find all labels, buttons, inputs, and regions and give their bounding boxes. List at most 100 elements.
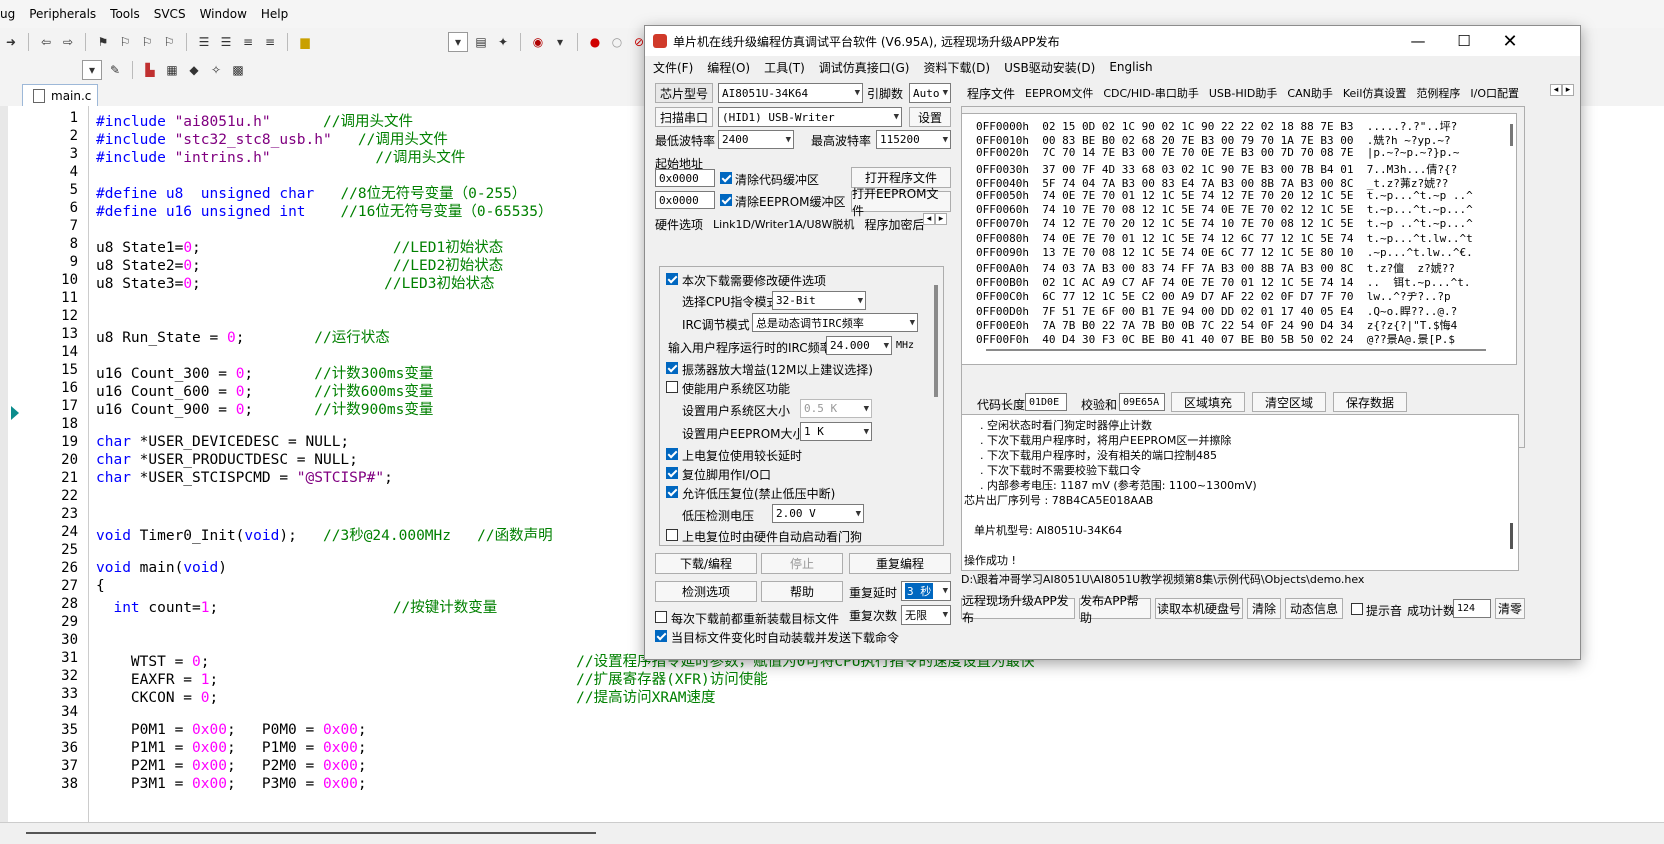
osc-gain-checkbox[interactable]	[666, 362, 678, 374]
log-scrollbar[interactable]	[1510, 523, 1513, 549]
project-icon[interactable]: ▦	[163, 61, 181, 79]
menu-english[interactable]: English	[1109, 60, 1152, 74]
dropdown-arrow-icon[interactable]: ▾	[551, 33, 569, 51]
horizontal-scrollbar[interactable]	[0, 822, 1664, 844]
stop-button[interactable]: 停止	[761, 553, 843, 574]
menu-help[interactable]: Help	[261, 7, 288, 21]
menu-window[interactable]: Window	[200, 7, 247, 21]
hex-viewer[interactable]: 0FF0000h 02 15 0D 02 1C 90 02 1C 90 22 2…	[961, 113, 1517, 365]
arrow-right-icon[interactable]: ➜	[2, 33, 20, 51]
pin-count-select[interactable]: Auto ▼	[909, 83, 951, 103]
bookmark-next-icon[interactable]: ⚐	[138, 33, 156, 51]
repeat-delay-select[interactable]: 3 秒 ▼	[901, 581, 951, 601]
code-line[interactable]: P2M1 = 0x00; P2M0 = 0x00;	[96, 758, 367, 774]
back-icon[interactable]: ⇦	[37, 33, 55, 51]
save-data-button[interactable]: 保存数据	[1333, 392, 1407, 412]
settings-button[interactable]: 设置	[909, 107, 951, 127]
download-program-button[interactable]: 下载/编程	[655, 553, 757, 574]
open-eeprom-file-button[interactable]: 打开EEPROM文件	[851, 187, 951, 218]
tab-io-config[interactable]: I/O口配置	[1470, 85, 1519, 102]
hw-panel-scrollbar[interactable]	[934, 285, 938, 397]
magic-wand-icon[interactable]: ✎	[106, 61, 124, 79]
prompt-sound-checkbox[interactable]	[1351, 603, 1363, 615]
dynamic-info-button[interactable]: 动态信息	[1285, 598, 1343, 619]
tab-serial-assistant[interactable]: CDC/HID-串口助手	[1103, 85, 1199, 102]
clear-area-button[interactable]: 清空区域	[1252, 392, 1326, 412]
cpu-mode-select[interactable]: 32-Bit ▼	[772, 291, 866, 310]
document-icon[interactable]: ▤	[472, 33, 490, 51]
tab-can[interactable]: CAN助手	[1287, 85, 1332, 102]
tab-eeprom-file[interactable]: EEPROM文件	[1025, 85, 1093, 102]
code-line[interactable]: char *USER_STCISPCMD = "@STCISP#";	[96, 470, 393, 486]
check-options-button[interactable]: 检测选项	[655, 581, 757, 602]
hex-horizontal-scrollbar[interactable]	[986, 349, 1486, 351]
tab-encrypt[interactable]: 程序加密后	[864, 216, 924, 233]
diamond-icon[interactable]: ◆	[185, 61, 203, 79]
menu-program[interactable]: 编程(O)	[707, 59, 750, 76]
fill-area-button[interactable]: 区域填充	[1171, 392, 1245, 412]
menu-debug-interface[interactable]: 调试仿真接口(G)	[819, 59, 910, 76]
maximize-icon[interactable]: ☐	[1441, 26, 1487, 56]
long-delay-checkbox[interactable]	[666, 448, 678, 460]
tab-examples[interactable]: 范例程序	[1416, 85, 1460, 102]
minimize-icon[interactable]: —	[1395, 26, 1441, 56]
tab-main-c[interactable]: main.c	[22, 84, 98, 107]
irc-frequency-input[interactable]: 24.000 ▼	[826, 336, 892, 355]
tab-program-file[interactable]: 程序文件	[967, 85, 1015, 102]
min-baud-select[interactable]: 2400 ▼	[718, 130, 794, 149]
code-line[interactable]: #include "intrins.h" //调用头文件	[96, 146, 465, 167]
bookmark-clear-icon[interactable]: ⚐	[160, 33, 178, 51]
chip-model-select[interactable]: AI8051U-34K64 ▼	[718, 83, 863, 103]
help-button[interactable]: 帮助	[761, 581, 843, 602]
scrollbar-thumb[interactable]	[26, 832, 596, 834]
lvd-voltage-select[interactable]: 2.00 V ▼	[772, 504, 864, 523]
code-line[interactable]: P0M1 = 0x00; P0M0 = 0x00;	[96, 722, 367, 738]
dropdown-icon[interactable]: ▾	[82, 60, 102, 80]
lvd-reset-checkbox[interactable]	[666, 486, 678, 498]
code-line[interactable]: CKCON = 0; //提高访问XRAM速度	[96, 686, 716, 707]
uncomment-icon[interactable]: ≡	[261, 33, 279, 51]
menu-tools[interactable]: Tools	[110, 7, 140, 21]
hex-vertical-scrollbar[interactable]	[1510, 124, 1513, 146]
code-line[interactable]: void Timer0_Init(void); //3秒@24.000MHz /…	[96, 524, 553, 545]
settings-icon[interactable]: ✧	[207, 61, 225, 79]
tab-usb-hid[interactable]: USB-HID助手	[1209, 85, 1278, 102]
clear-log-button[interactable]: 清除	[1247, 598, 1281, 619]
code-line[interactable]: char *USER_DEVICEDESC = NULL;	[96, 434, 349, 450]
clear-eeprom-buffer-checkbox[interactable]	[720, 194, 732, 206]
code-line[interactable]: int count=1; //按键计数变量	[96, 596, 497, 617]
bookmark-prev-icon[interactable]: ⚐	[116, 33, 134, 51]
menu-svcs[interactable]: SVCS	[154, 7, 186, 21]
reset-io-checkbox[interactable]	[666, 467, 678, 479]
menu-file[interactable]: 文件(F)	[653, 59, 693, 76]
chip-model-button[interactable]: 芯片型号	[655, 83, 713, 103]
watchdog-checkbox[interactable]	[666, 529, 678, 541]
irc-mode-select[interactable]: 总是动态调节IRC频率 ▼	[752, 313, 918, 332]
debug-icon[interactable]: ◉	[529, 33, 547, 51]
breakpoint-disabled-icon[interactable]: ○	[608, 33, 626, 51]
code-start-address-input[interactable]: 0x0000	[655, 169, 715, 187]
read-disk-id-button[interactable]: 读取本机硬盘号	[1155, 598, 1243, 619]
chevron-right-icon[interactable]: ▸	[1562, 84, 1574, 96]
user-eeprom-size-select[interactable]: 1 K ▼	[800, 422, 872, 441]
tab-keil-sim[interactable]: Keil仿真设置	[1343, 85, 1407, 102]
code-line[interactable]: char *USER_PRODUCTDESC = NULL;	[96, 452, 358, 468]
code-line[interactable]: P1M1 = 0x00; P1M0 = 0x00;	[96, 740, 367, 756]
user-system-area-checkbox[interactable]	[666, 381, 678, 393]
breakpoint-icon[interactable]: ●	[586, 33, 604, 51]
menu-download[interactable]: 资料下载(D)	[923, 59, 990, 76]
menu-peripherals[interactable]: Peripherals	[29, 7, 96, 21]
reset-count-button[interactable]: 清零	[1495, 598, 1525, 619]
menu-tools[interactable]: 工具(T)	[764, 59, 805, 76]
menu-debug[interactable]: ug	[0, 7, 15, 21]
right-tab-scroll-arrows[interactable]: ◂ ▸	[1550, 84, 1574, 96]
tab-hardware-options[interactable]: 硬件选项	[655, 216, 703, 233]
user-system-size-select[interactable]: 0.5 K ▼	[800, 399, 872, 418]
remote-upgrade-button[interactable]: 远程现场升级APP发布	[961, 594, 1075, 625]
clear-code-buffer-checkbox[interactable]	[720, 172, 732, 184]
comment-icon[interactable]: ≡	[239, 33, 257, 51]
eeprom-start-address-input[interactable]: 0x0000	[655, 191, 715, 209]
packs-icon[interactable]: ▩	[229, 61, 247, 79]
max-baud-select[interactable]: 115200 ▼	[876, 130, 951, 149]
dialog-titlebar[interactable]: 单片机在线升级编程仿真调试平台软件 (V6.95A), 远程现场升级APP发布 …	[645, 26, 1580, 56]
